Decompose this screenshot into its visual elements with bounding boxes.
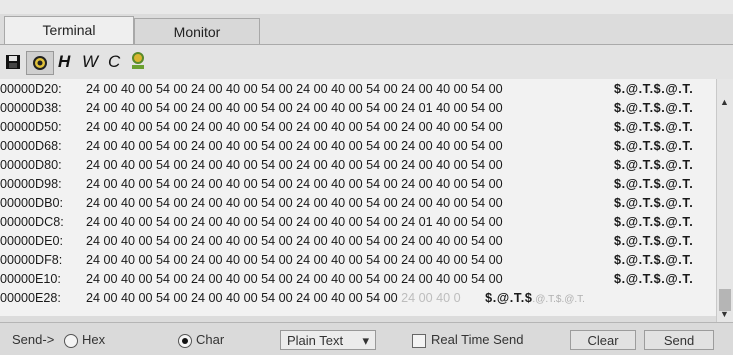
window-top-edge <box>0 0 733 14</box>
format-select-value: Plain Text <box>287 333 344 348</box>
tab-bar: Terminal Monitor <box>0 14 733 45</box>
table-row: 00000DF8: 24 00 40 00 54 00 24 00 40 00 5… <box>0 252 693 269</box>
table-row: 00000E10: 24 00 40 00 54 00 24 00 40 00 5… <box>0 271 693 288</box>
row-hex: 24 00 40 00 54 00 24 00 40 00 54 00 24 0… <box>86 196 503 210</box>
chevron-down-icon: ▾ <box>362 333 369 348</box>
row-hex: 24 00 40 00 54 00 24 00 40 00 54 00 24 0… <box>86 177 503 191</box>
row-address: 00000DE0: <box>0 234 64 248</box>
scroll-up-icon[interactable]: ▲ <box>720 97 729 107</box>
table-row: 00000E28: 24 00 40 00 54 00 24 00 40 00 5… <box>0 290 585 307</box>
row-address: 00000E28: <box>0 291 61 305</box>
scroll-down-icon[interactable]: ▼ <box>720 309 729 319</box>
table-row: 00000D80: 24 00 40 00 54 00 24 00 40 00 5… <box>0 157 693 174</box>
radio-unchecked-icon <box>64 333 78 348</box>
row-ascii: $.@.T.$.@.T. <box>614 139 694 153</box>
row-ascii: $.@.T.$.@.T. <box>614 82 694 96</box>
char-radio-label: Char <box>196 332 225 347</box>
realtime-send-label: Real Time Send <box>431 332 524 347</box>
hex-radio-label: Hex <box>82 332 106 347</box>
row-hex: 24 00 40 00 54 00 24 00 40 00 54 00 24 0… <box>86 272 503 286</box>
row-hex: 24 00 40 00 54 00 24 00 40 00 54 00 24 0… <box>86 120 503 134</box>
format-select[interactable]: Plain Text ▾ <box>280 330 376 350</box>
row-ascii: $.@.T.$.@.T. <box>614 158 694 172</box>
row-ascii: $.@.T.$.@.T. <box>614 120 694 134</box>
row-ascii: $.@.T.$.@.T. <box>614 272 694 286</box>
row-hex: 24 00 40 00 54 00 24 00 40 00 54 00 24 0… <box>86 234 503 248</box>
row-address: 00000DB0: <box>0 196 64 210</box>
tab-terminal[interactable]: Terminal <box>4 16 134 45</box>
table-row: 00000D20: 24 00 40 00 54 00 24 00 40 00 5… <box>0 81 693 98</box>
char-radio[interactable]: Char <box>178 330 224 350</box>
realtime-send-checkbox[interactable]: Real Time Send <box>412 330 524 350</box>
table-row: 00000DB0: 24 00 40 00 54 00 24 00 40 00 5… <box>0 195 693 212</box>
send-button[interactable]: Send <box>644 330 714 350</box>
row-hex: 24 00 40 00 54 00 24 00 40 00 54 00 24 0… <box>86 139 503 153</box>
row-ascii: $.@.T.$.@.T. <box>614 253 694 267</box>
vertical-scrollbar[interactable]: ▲ ▼ <box>716 79 733 322</box>
send-label: Send-> <box>12 332 55 347</box>
radio-checked-icon <box>178 333 192 348</box>
row-address: 00000D50: <box>0 120 62 134</box>
tab-monitor[interactable]: Monitor <box>134 18 260 45</box>
terminal-app-window: Terminal Monitor H W C 00000D20: 24 00 40… <box>0 0 733 355</box>
scrollbar-thumb[interactable] <box>719 289 731 311</box>
hex-view-button[interactable]: H <box>58 51 70 73</box>
row-ascii: $.@.T.$.@.T. <box>614 196 694 210</box>
wrap-button[interactable]: W <box>82 51 98 73</box>
row-ascii: $.@.T.$.@.T. <box>614 234 694 248</box>
row-ascii: $.@.T.$ <box>485 291 533 305</box>
row-hex: 24 00 40 00 54 00 24 00 40 00 54 00 24 0… <box>86 253 503 267</box>
row-address: 00000DF8: <box>0 253 63 267</box>
row-address: 00000D80: <box>0 158 62 172</box>
gear-icon[interactable] <box>26 51 54 75</box>
connect-icon[interactable] <box>128 51 148 73</box>
row-hex-partial: 24 00 40 0 <box>401 291 461 305</box>
table-row: 00000DE0: 24 00 40 00 54 00 24 00 40 00 5… <box>0 233 693 250</box>
row-hex: 24 00 40 00 54 00 24 00 40 00 54 00 24 0… <box>86 101 503 115</box>
row-address: 00000D98: <box>0 177 62 191</box>
table-row: 00000D98: 24 00 40 00 54 00 24 00 40 00 5… <box>0 176 693 193</box>
row-hex: 24 00 40 00 54 00 24 00 40 00 54 00 24 0… <box>86 215 503 229</box>
terminal-output[interactable]: 00000D20: 24 00 40 00 54 00 24 00 40 00 5… <box>0 79 716 316</box>
row-address: 00000D38: <box>0 101 62 115</box>
table-row: 00000D50: 24 00 40 00 54 00 24 00 40 00 5… <box>0 119 693 136</box>
row-hex: 24 00 40 00 54 00 24 00 40 00 54 00 24 0… <box>86 82 503 96</box>
clear-screen-button[interactable]: C <box>108 51 120 73</box>
row-ascii: $.@.T.$.@.T. <box>614 215 694 229</box>
row-address: 00000D68: <box>0 139 62 153</box>
checkbox-icon <box>412 333 426 348</box>
row-ascii: $.@.T.$.@.T. <box>614 177 694 191</box>
table-row: 00000DC8: 24 00 40 00 54 00 24 00 40 00 5… <box>0 214 693 231</box>
row-ascii-partial: .@.T.$.@.T. <box>532 294 585 305</box>
row-address: 00000E10: <box>0 272 61 286</box>
toolbar: H W C <box>0 45 733 79</box>
hex-radio[interactable]: Hex <box>64 330 105 350</box>
table-row: 00000D38: 24 00 40 00 54 00 24 00 40 00 5… <box>0 100 693 117</box>
row-address: 00000DC8: <box>0 215 64 229</box>
row-ascii: $.@.T.$.@.T. <box>614 101 694 115</box>
send-bar: Send-> Hex Char Plain Text ▾ Real Time Se… <box>0 322 733 355</box>
floppy-disk-icon[interactable] <box>6 51 20 73</box>
row-hex: 24 00 40 00 54 00 24 00 40 00 54 00 24 0… <box>86 158 503 172</box>
table-row: 00000D68: 24 00 40 00 54 00 24 00 40 00 5… <box>0 138 693 155</box>
clear-button[interactable]: Clear <box>570 330 636 350</box>
row-hex: 24 00 40 00 54 00 24 00 40 00 54 00 24 0… <box>86 291 398 305</box>
row-address: 00000D20: <box>0 82 62 96</box>
